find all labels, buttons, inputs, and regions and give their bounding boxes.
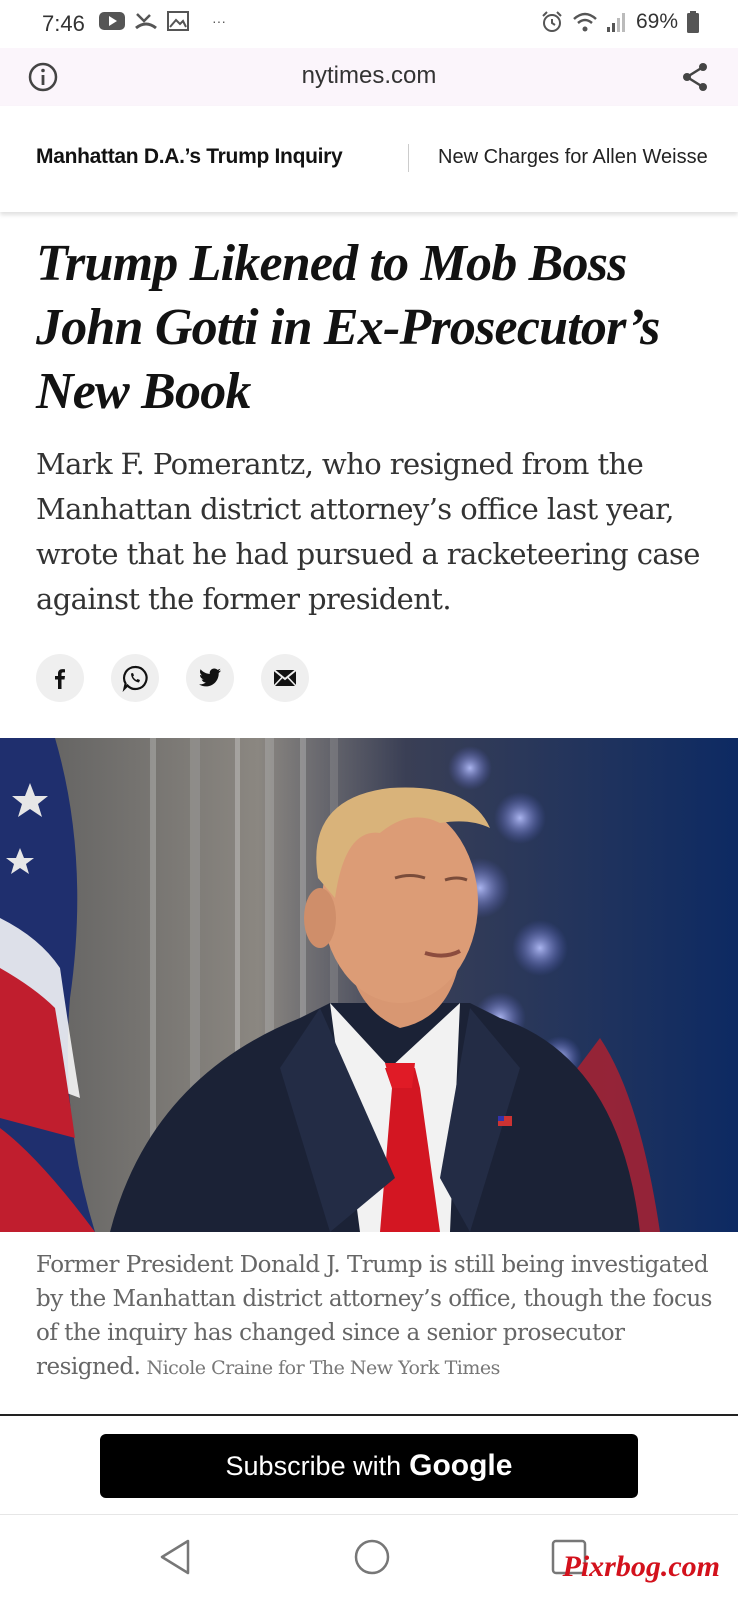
watermark: Pixrbog.com bbox=[562, 1550, 721, 1583]
home-icon[interactable] bbox=[352, 1537, 392, 1577]
article-summary: Mark F. Pomerantz, who resigned from the… bbox=[36, 447, 700, 616]
share-icon[interactable] bbox=[680, 61, 710, 93]
signal-icon bbox=[606, 13, 625, 32]
article-photo[interactable] bbox=[0, 738, 738, 1232]
alarm-icon bbox=[542, 11, 562, 32]
address-bar: nytimes.com bbox=[0, 48, 738, 106]
status-bar: 7:46 ··· 69% bbox=[0, 0, 738, 48]
status-system-icons: 69% bbox=[540, 10, 700, 34]
email-icon bbox=[273, 669, 297, 687]
back-icon[interactable] bbox=[158, 1537, 192, 1577]
photo-credit: Nicole Craine for The New York Times bbox=[146, 1357, 500, 1379]
photo-illustration bbox=[0, 738, 738, 1232]
whatsapp-icon bbox=[122, 665, 148, 692]
article-headline: Trump Likened to Mob Boss John Gotti in … bbox=[36, 235, 660, 420]
photo-caption: Former President Donald J. Trump is stil… bbox=[36, 1248, 716, 1385]
whatsapp-share-button[interactable] bbox=[111, 654, 159, 702]
divider bbox=[0, 1414, 738, 1416]
subscribe-label: Subscribe with bbox=[225, 1450, 402, 1481]
more-notifications-icon: ··· bbox=[212, 13, 226, 29]
topic-nav: Manhattan D.A.’s Trump Inquiry New Charg… bbox=[0, 106, 738, 212]
subscribe-with-google-button[interactable]: Subscribe with Google bbox=[100, 1434, 638, 1498]
topic-link-allen-weisselberg[interactable]: New Charges for Allen Weisse bbox=[438, 146, 708, 169]
facebook-icon bbox=[55, 669, 65, 689]
twitter-icon bbox=[199, 668, 221, 687]
missed-call-icon bbox=[135, 13, 157, 30]
twitter-share-button[interactable] bbox=[186, 654, 234, 702]
battery-icon bbox=[687, 11, 699, 33]
battery-percent: 69% bbox=[635, 10, 678, 33]
facebook-share-button[interactable] bbox=[36, 654, 84, 702]
status-notification-icons: ··· bbox=[98, 10, 226, 32]
topic-link-trump-inquiry[interactable]: Manhattan D.A.’s Trump Inquiry bbox=[36, 145, 343, 169]
youtube-icon bbox=[99, 12, 125, 30]
email-share-button[interactable] bbox=[261, 654, 309, 702]
share-buttons bbox=[36, 654, 309, 702]
status-time: 7:46 bbox=[42, 11, 85, 36]
image-icon bbox=[167, 11, 189, 31]
topic-divider bbox=[408, 144, 409, 172]
url-text[interactable]: nytimes.com bbox=[0, 62, 738, 90]
wifi-icon bbox=[573, 12, 597, 32]
google-wordmark: Google bbox=[409, 1449, 513, 1482]
